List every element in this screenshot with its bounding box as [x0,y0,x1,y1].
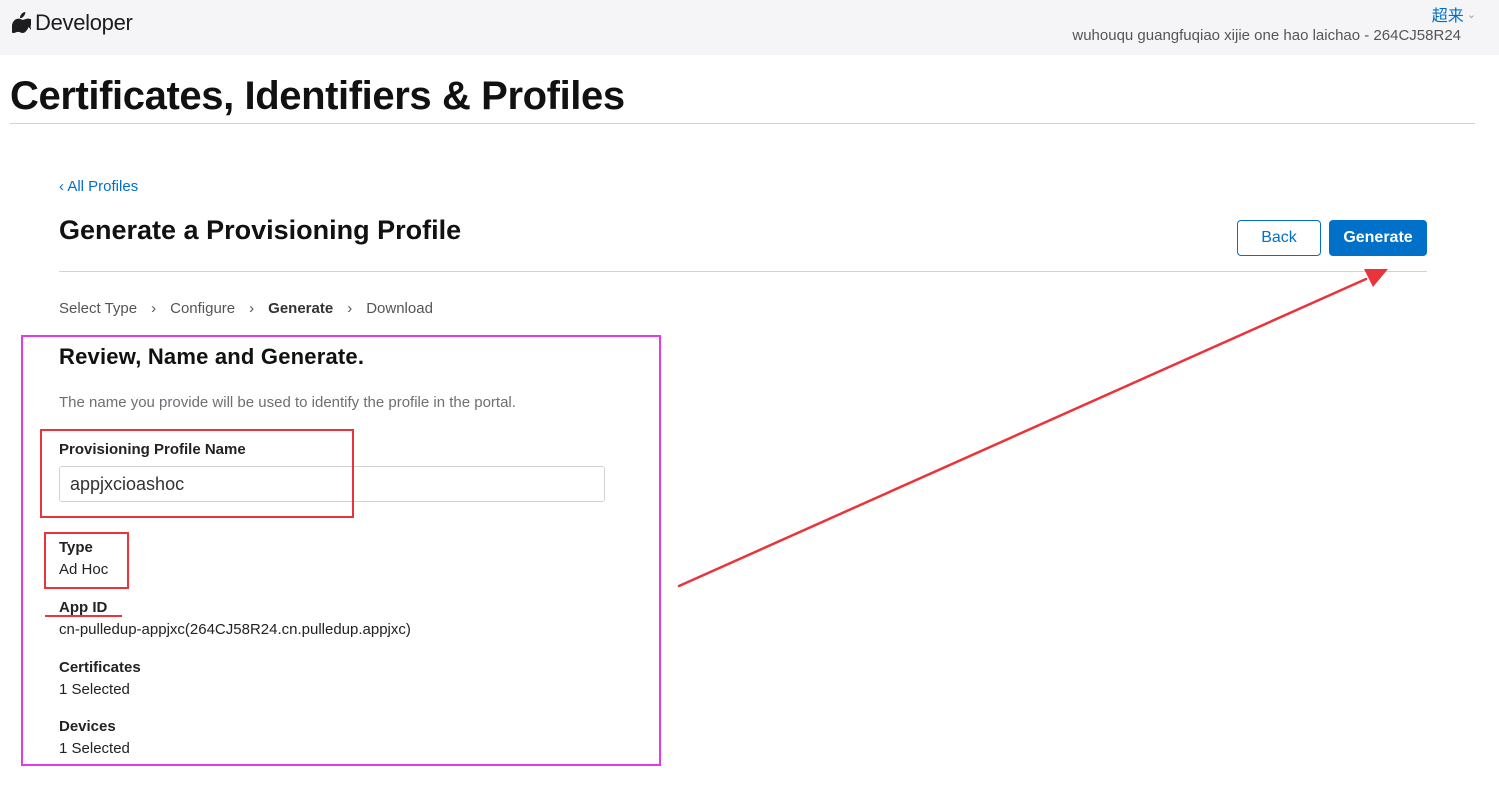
chevron-down-icon: ⌄ [1466,8,1476,21]
profile-name-input[interactable] [59,466,605,502]
app-id-value: cn-pulledup-appjxc(264CJ58R24.cn.pulledu… [59,621,411,638]
profile-name-label: Provisioning Profile Name [59,441,246,458]
devices-value: 1 Selected [59,740,130,757]
apple-logo-icon [12,12,31,34]
step-generate: Generate [268,300,334,317]
step-select-type: Select Type [59,300,138,317]
title-divider [10,123,1475,124]
account-name[interactable]: 超来 [1432,2,1464,26]
certificates-label: Certificates [59,659,141,676]
chevron-right-icon: › [249,300,255,317]
generate-button[interactable]: Generate [1329,220,1427,256]
app-id-label: App ID [59,599,108,616]
section-title: Generate a Provisioning Profile [59,215,462,245]
all-profiles-link[interactable]: ‹ All Profiles [59,178,138,195]
account-menu[interactable]: 超来 ⌄ [1432,2,1476,26]
developer-home-link[interactable]: Developer [12,10,133,36]
certificates-value: 1 Selected [59,681,130,698]
review-description: The name you provide will be used to ide… [59,394,516,411]
review-heading: Review, Name and Generate. [59,344,365,369]
back-button[interactable]: Back [1237,220,1321,256]
section-divider [59,271,1427,272]
step-indicator: Select Type › Configure › Generate › Dow… [59,300,433,317]
devices-label: Devices [59,718,116,735]
chevron-right-icon: › [347,300,353,317]
type-value: Ad Hoc [59,561,109,578]
developer-brand-text: Developer [35,10,133,35]
team-info: wuhouqu guangfuqiao xijie one hao laicha… [1072,27,1461,44]
chevron-right-icon: › [151,300,157,317]
page-title: Certificates, Identifiers & Profiles [10,74,625,118]
global-header: Developer 超来 ⌄ wuhouqu guangfuqiao xijie… [0,0,1499,55]
step-download: Download [366,300,433,317]
type-label: Type [59,539,93,556]
step-configure: Configure [170,300,236,317]
